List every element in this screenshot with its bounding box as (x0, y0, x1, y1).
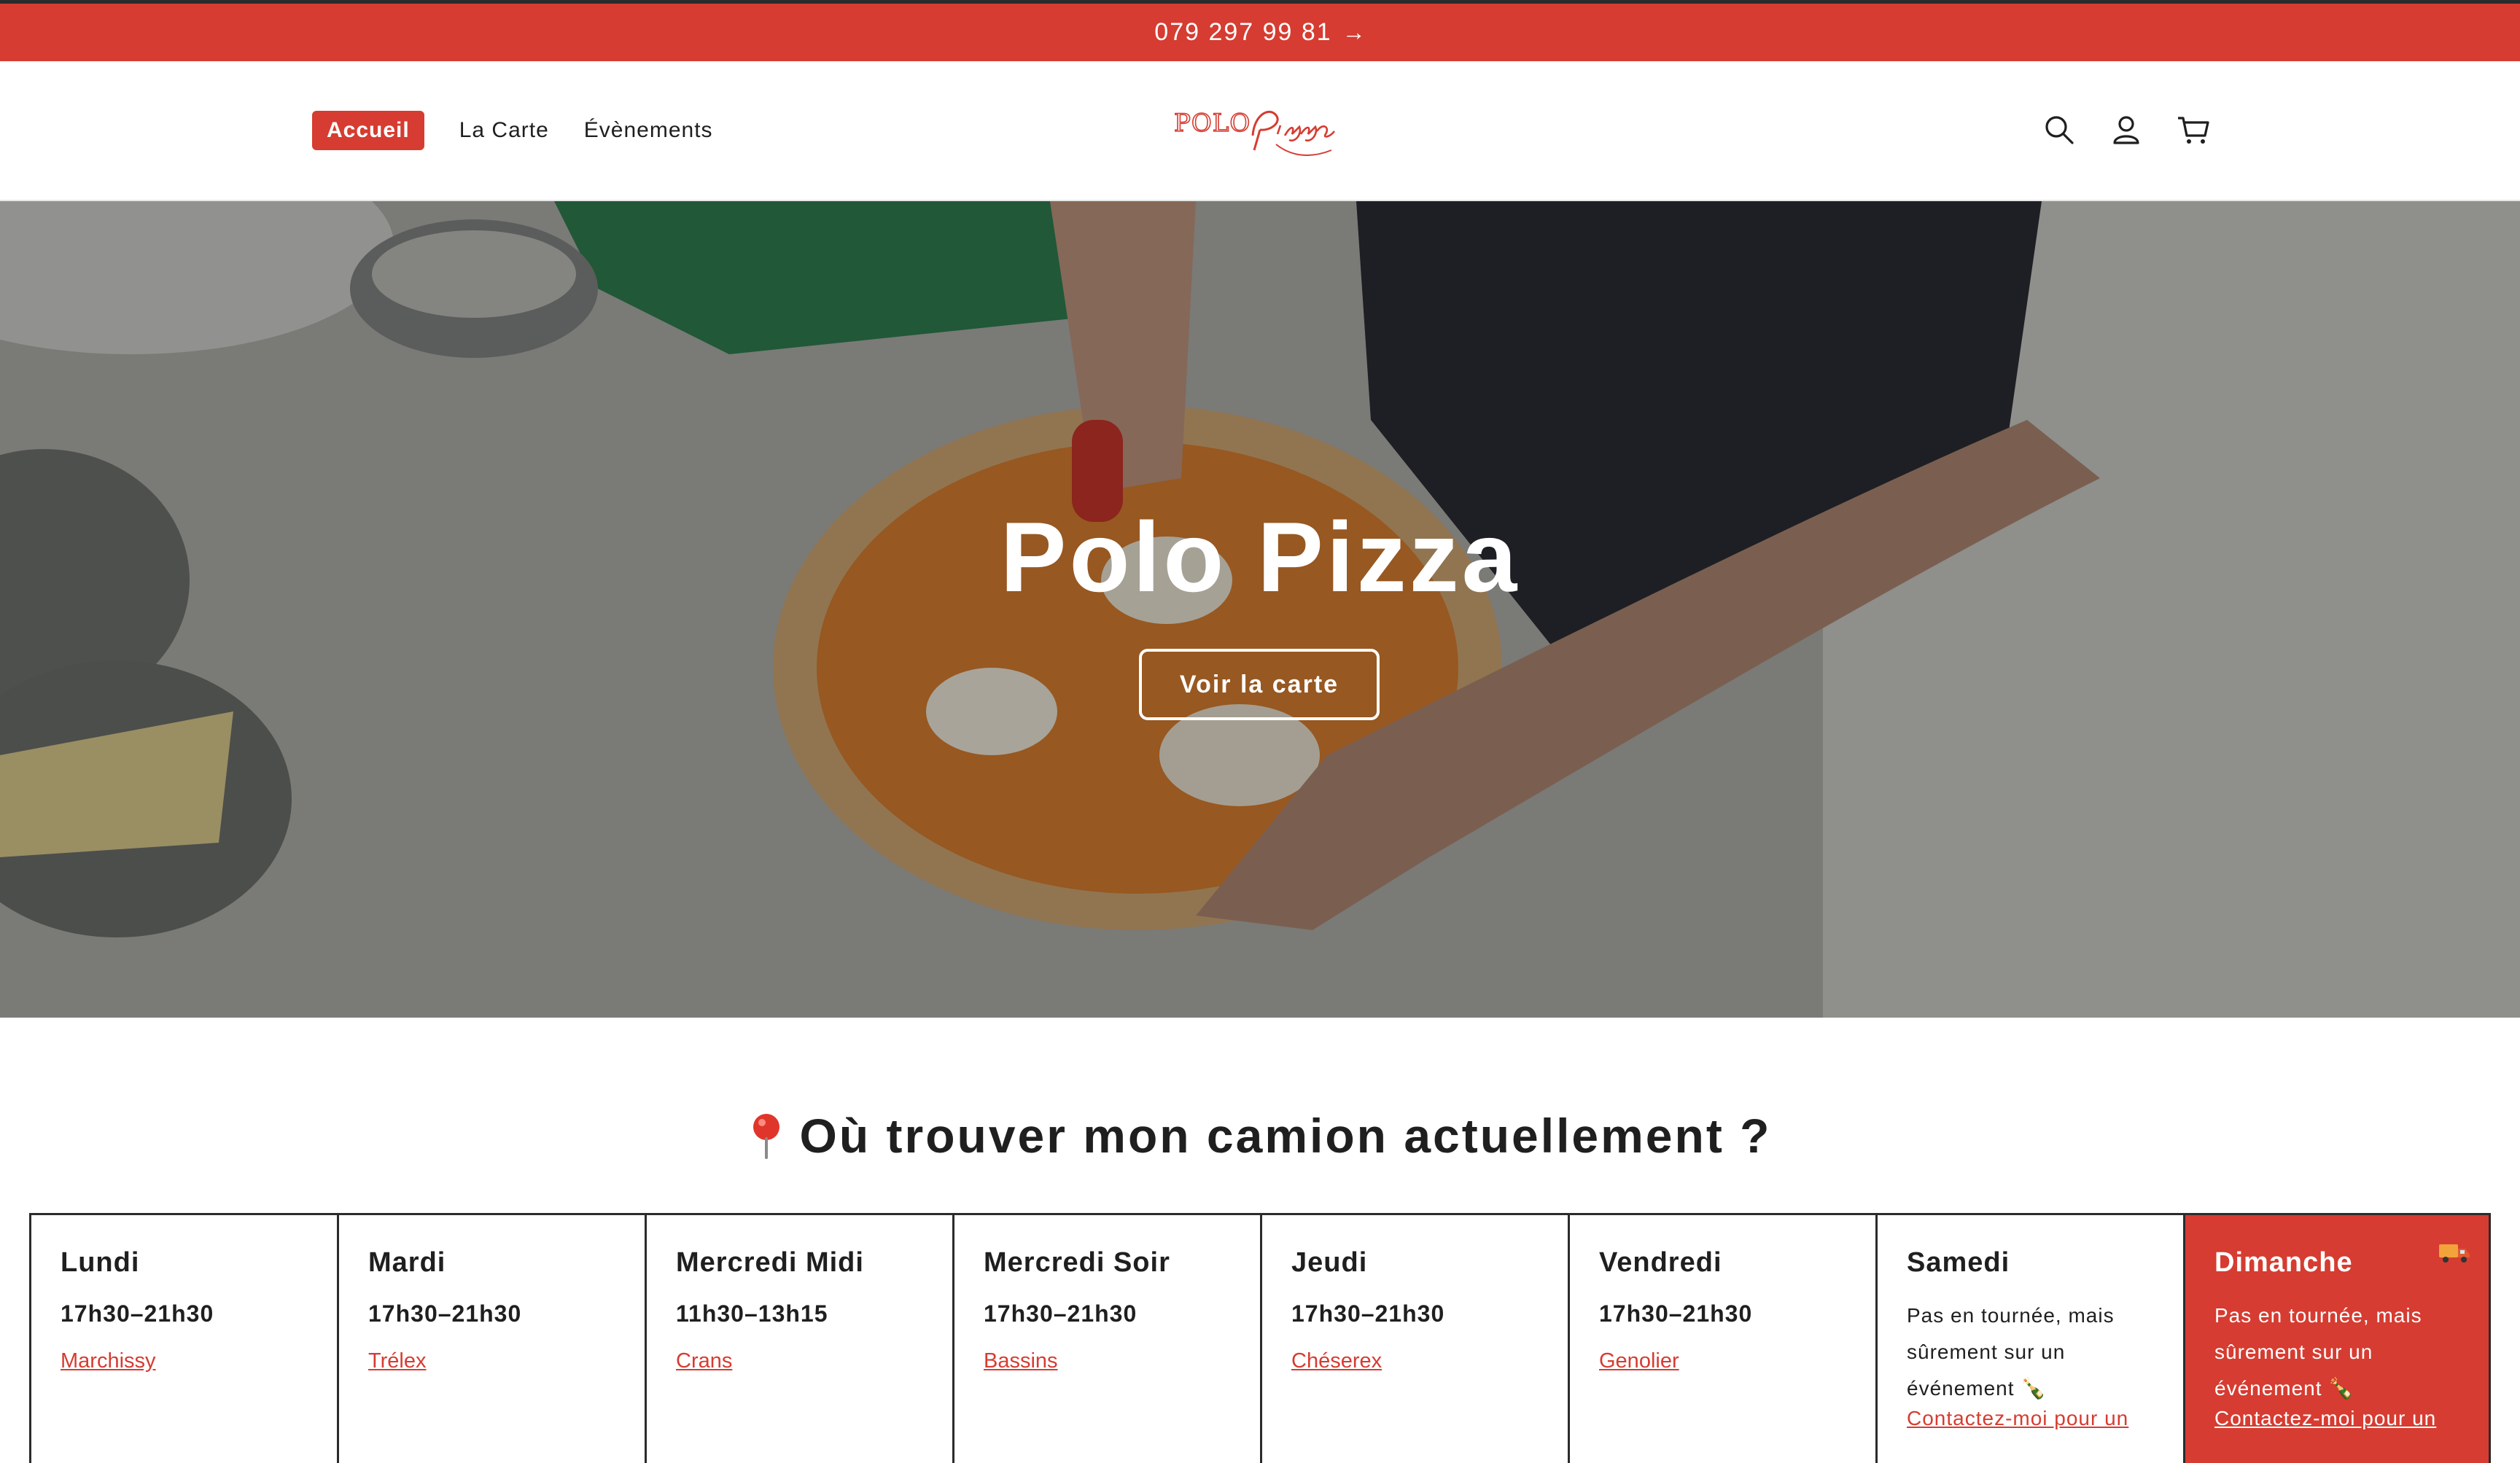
hero-banner: Polo Pizza Voir la carte (0, 201, 2520, 1018)
account-icon[interactable] (2109, 112, 2144, 147)
day-note-line: événement 🍾 (2214, 1377, 2355, 1400)
location-link[interactable]: Genolier (1599, 1349, 1679, 1373)
locations-title: Où trouver mon camion actuellement ? (799, 1109, 1772, 1163)
day-name: Lundi (61, 1247, 140, 1278)
nav-item-accueil[interactable]: Accueil (312, 111, 424, 150)
day-note-line: Pas en tournée, mais (2214, 1304, 2422, 1327)
main-nav: Accueil La Carte Évènements (312, 111, 713, 150)
day-note-line: sûrement sur un (1907, 1341, 2066, 1363)
day-note: Pas en tournée, mais sûrement sur un évé… (1907, 1298, 2154, 1407)
location-link[interactable]: Marchissy (61, 1349, 156, 1373)
day-hours: 17h30–21h30 (984, 1300, 1138, 1327)
day-note-line: Pas en tournée, mais (1907, 1304, 2115, 1327)
day-card-mardi: Mardi 17h30–21h30 Trélex (337, 1215, 645, 1463)
locations-heading: Où trouver mon camion actuellement ? (0, 1108, 2520, 1163)
day-name: Mercredi Midi (676, 1247, 864, 1278)
schedule-grid: Lundi 17h30–21h30 Marchissy Mardi 17h30–… (29, 1213, 2491, 1463)
svg-text:POLO: POLO (1174, 109, 1251, 138)
day-card-vendredi: Vendredi 17h30–21h30 Genolier (1568, 1215, 1875, 1463)
day-name: Dimanche (2214, 1247, 2353, 1278)
view-menu-button[interactable]: Voir la carte (1139, 649, 1380, 720)
day-hours: 11h30–13h15 (676, 1300, 828, 1327)
location-link[interactable]: Chéserex (1291, 1349, 1382, 1373)
day-name: Samedi (1907, 1247, 2010, 1278)
site-header: Accueil La Carte Évènements POLO (0, 61, 2520, 201)
arrow-right-icon: → (1342, 19, 1366, 45)
nav-item-evenements[interactable]: Évènements (584, 118, 713, 143)
day-name: Vendredi (1599, 1247, 1722, 1278)
contact-link[interactable]: Contactez-moi pour un (1907, 1407, 2154, 1430)
day-hours: 17h30–21h30 (1599, 1300, 1753, 1327)
announcement-bar[interactable]: 079 297 99 81 → (0, 0, 2520, 61)
day-card-jeudi: Jeudi 17h30–21h30 Chéserex (1260, 1215, 1568, 1463)
day-hours: 17h30–21h30 (61, 1300, 214, 1327)
day-name: Jeudi (1291, 1247, 1368, 1278)
day-name: Mercredi Soir (984, 1247, 1170, 1278)
day-card-dimanche: Dimanche Pas en tournée, mais sûrement s… (2183, 1215, 2491, 1463)
header-icons (2042, 112, 2211, 147)
day-note-line: sûrement sur un (2214, 1341, 2373, 1363)
hero-title: Polo Pizza (1000, 502, 1520, 612)
nav-item-la-carte[interactable]: La Carte (459, 118, 549, 143)
day-name: Mardi (368, 1247, 446, 1278)
day-hours: 17h30–21h30 (368, 1300, 522, 1327)
pin-icon (752, 1114, 779, 1159)
cart-icon[interactable] (2176, 112, 2211, 147)
phone-number-link[interactable]: 079 297 99 81 (1154, 18, 1331, 47)
day-note-line: événement 🍾 (1907, 1377, 2048, 1400)
day-card-samedi: Samedi Pas en tournée, mais sûrement sur… (1875, 1215, 2183, 1463)
location-link[interactable]: Bassins (984, 1349, 1058, 1373)
polo-pizza-logo: POLO (1173, 108, 1336, 156)
location-link[interactable]: Crans (676, 1349, 732, 1373)
day-note: Pas en tournée, mais sûrement sur un évé… (2214, 1298, 2459, 1407)
contact-link[interactable]: Contactez-moi pour un (2214, 1407, 2459, 1430)
site-logo[interactable]: POLO (1167, 93, 1342, 166)
day-hours: 17h30–21h30 (1291, 1300, 1445, 1327)
day-card-mercredi-midi: Mercredi Midi 11h30–13h15 Crans (645, 1215, 952, 1463)
day-card-mercredi-soir: Mercredi Soir 17h30–21h30 Bassins (952, 1215, 1260, 1463)
location-link[interactable]: Trélex (368, 1349, 427, 1373)
truck-icon (2439, 1244, 2470, 1263)
search-icon[interactable] (2042, 112, 2077, 147)
day-card-lundi: Lundi 17h30–21h30 Marchissy (29, 1215, 337, 1463)
